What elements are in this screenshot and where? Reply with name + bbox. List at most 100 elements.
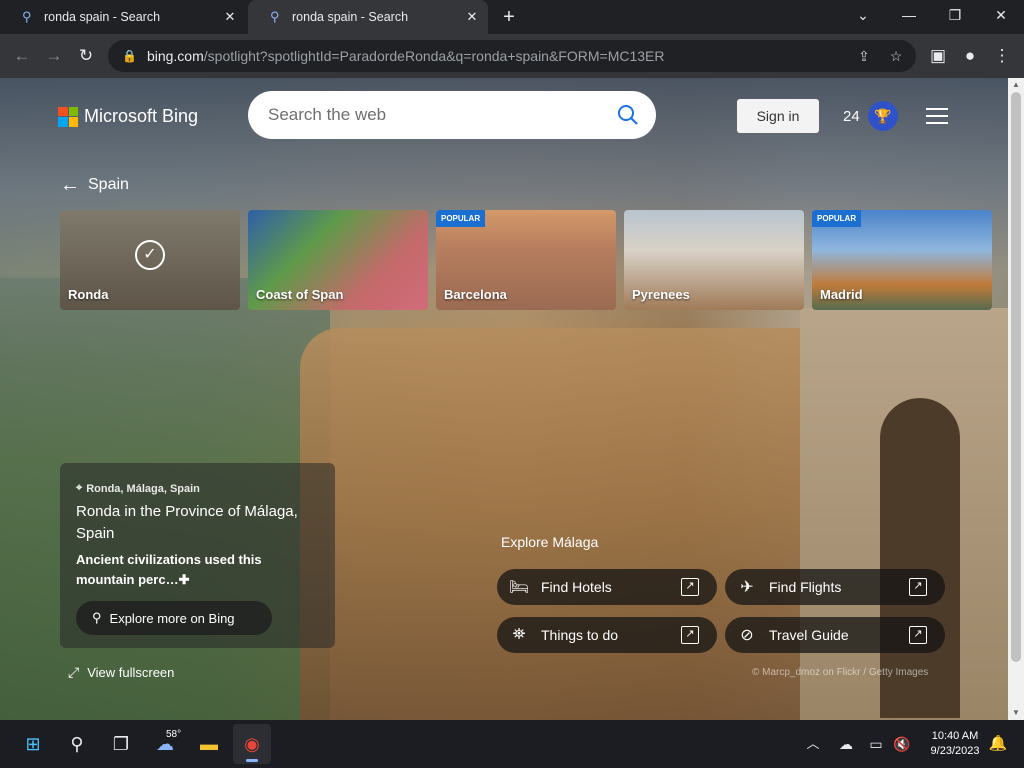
url-path: /spotlight?spotlightId=ParadordeRonda&q=… [203,48,665,64]
active-indicator [246,759,258,762]
close-icon[interactable]: ✕ [222,9,238,25]
location-text: Ronda, Málaga, Spain [86,482,200,495]
things-to-do-button[interactable]: ⛯ Things to do ↗ [497,617,717,653]
weather-temp: 58° [166,729,182,740]
search-icon[interactable]: ⚲ [63,730,91,758]
scroll-up-icon[interactable]: ▲ [1008,78,1024,92]
minimize-button[interactable]: — [886,0,932,30]
lock-icon: 🔒 [122,49,137,63]
search-box[interactable] [248,91,656,139]
travel-guide-button[interactable]: ⊘ Travel Guide ↗ [725,617,945,653]
restore-button[interactable]: ❐ [932,0,978,30]
search-input[interactable] [268,103,608,127]
close-icon[interactable]: ✕ [464,9,480,25]
taskbar: ⊞ ⚲ ❐ ☁ 58° ▬ ◉ ︿ ☁ ▭ 🔇 10:40 AM 9/23/20… [0,720,1024,768]
system-clock[interactable]: 10:40 AM 9/23/2023 [920,729,990,759]
view-fullscreen-link[interactable]: ⤢ View fullscreen [68,664,174,681]
scroll-thumb[interactable] [1011,92,1021,662]
chevron-up-icon[interactable]: ︿ [799,730,827,758]
popular-badge: POPULAR [436,210,486,227]
location-pin-icon: ⌖ [76,482,83,494]
card-coast-of-span[interactable]: Coast of Span [248,210,428,310]
bookmark-star-icon[interactable]: ☆ [884,44,908,68]
external-link-icon: ↗ [909,626,927,644]
onedrive-icon[interactable]: ☁ [832,730,860,758]
fullscreen-icon: ⤢ [68,664,80,680]
task-view-icon[interactable]: ❐ [107,730,135,758]
action-label: Find Hotels [541,579,612,595]
hamburger-menu-icon[interactable] [926,108,948,124]
rewards-points[interactable]: 24 [843,108,860,125]
menu-kebab-icon[interactable]: ⋮ [990,44,1014,68]
explore-more-label: Explore more on Bing [109,610,235,626]
external-link-icon: ↗ [681,578,699,596]
fullscreen-label: View fullscreen [87,665,175,680]
network-icon[interactable]: ▭ [862,730,890,758]
info-panel: ⌖ Ronda, Málaga, Spain Ronda in the Prov… [60,463,335,648]
search-icon: ⚲ [92,610,102,625]
url-host: bing.com [146,48,204,64]
info-headline: Ronda in the Province of Málaga, Spain [76,503,298,542]
card-title: Ronda [68,287,109,302]
location-label: ⌖ Ronda, Málaga, Spain [76,482,200,495]
expand-plus-icon[interactable]: ✚ [179,572,190,587]
popular-badge: POPULAR [812,210,862,227]
search-icon: ⚲ [22,9,32,24]
back-arrow-icon: ← [60,174,80,196]
file-explorer-icon[interactable]: ▬ [195,730,223,758]
page-scrollbar[interactable]: ▲ ▼ [1008,78,1024,720]
destination-carousel: ✓ Ronda Coast of Span POPULAR Barcelona … [60,210,1008,312]
sign-in-button[interactable]: Sign in [737,99,819,133]
binoculars-icon: ⛯ [512,626,526,643]
breadcrumb-label: Spain [88,176,129,193]
new-tab-button[interactable]: + [498,6,520,28]
notification-bell-icon[interactable]: 🔔 [984,730,1012,758]
side-panel-icon[interactable]: ▣ [926,44,950,68]
external-link-icon: ↗ [909,578,927,596]
card-madrid[interactable]: POPULAR Madrid [812,210,992,310]
card-ronda[interactable]: ✓ Ronda [60,210,240,310]
rewards-trophy-icon[interactable]: 🏆 [868,101,898,131]
explore-more-button[interactable]: ⚲ Explore more on Bing [76,601,272,635]
description-text: Ancient civilizations used this mountain… [76,552,262,587]
chrome-taskbar-button[interactable]: ◉ [233,724,271,764]
share-icon[interactable]: ⇪ [852,44,876,68]
close-window-button[interactable]: ✕ [978,0,1024,30]
tab-2-active[interactable]: ⚲ ronda spain - Search ✕ [248,0,488,34]
bing-spotlight-page: Microsoft Bing Sign in 24 🏆 ← Spain ✓ Ro… [0,78,1008,720]
browser-toolbar: ← → ↻ 🔒 bing.com /spotlight?spotlightId=… [0,34,1024,78]
forward-button[interactable]: → [42,44,66,68]
bed-icon: 🛏 [508,579,530,596]
action-label: Things to do [541,627,619,643]
breadcrumb-back[interactable]: ← Spain [60,174,129,196]
background-cliff [300,328,860,720]
bing-logo[interactable]: Microsoft Bing [58,106,198,127]
search-icon[interactable] [616,103,640,127]
microsoft-logo-icon [58,106,78,127]
profile-icon[interactable]: ● [958,44,982,68]
logo-text: Microsoft Bing [84,106,199,126]
tab-1[interactable]: ⚲ ronda spain - Search ✕ [0,0,246,34]
external-link-icon: ↗ [681,626,699,644]
explore-title: Explore Málaga [501,534,599,550]
image-credit: © Marcp_dmoz on Flickr / Getty Images [752,667,929,678]
reload-button[interactable]: ↻ [74,44,98,68]
tab-title: ronda spain - Search [292,10,409,24]
clock-date: 9/23/2023 [930,745,980,757]
volume-muted-icon[interactable]: 🔇 [888,730,916,758]
find-flights-button[interactable]: ✈ Find Flights ↗ [725,569,945,605]
action-label: Travel Guide [769,627,849,643]
tab-title: ronda spain - Search [44,10,161,24]
windows-start-icon[interactable]: ⊞ [19,730,47,758]
tab-search-chevron-icon[interactable]: ⌄ [840,0,886,30]
scroll-down-icon[interactable]: ▼ [1008,706,1024,720]
back-button[interactable]: ← [10,44,34,68]
action-label: Find Flights [769,579,842,595]
address-bar[interactable]: 🔒 bing.com /spotlight?spotlightId=Parado… [108,40,916,72]
compass-icon: ⊘ [740,627,754,644]
card-barcelona[interactable]: POPULAR Barcelona [436,210,616,310]
card-pyrenees[interactable]: Pyrenees [624,210,804,310]
card-title: Pyrenees [632,287,690,302]
find-hotels-button[interactable]: 🛏 Find Hotels ↗ [497,569,717,605]
airplane-icon: ✈ [740,579,754,596]
